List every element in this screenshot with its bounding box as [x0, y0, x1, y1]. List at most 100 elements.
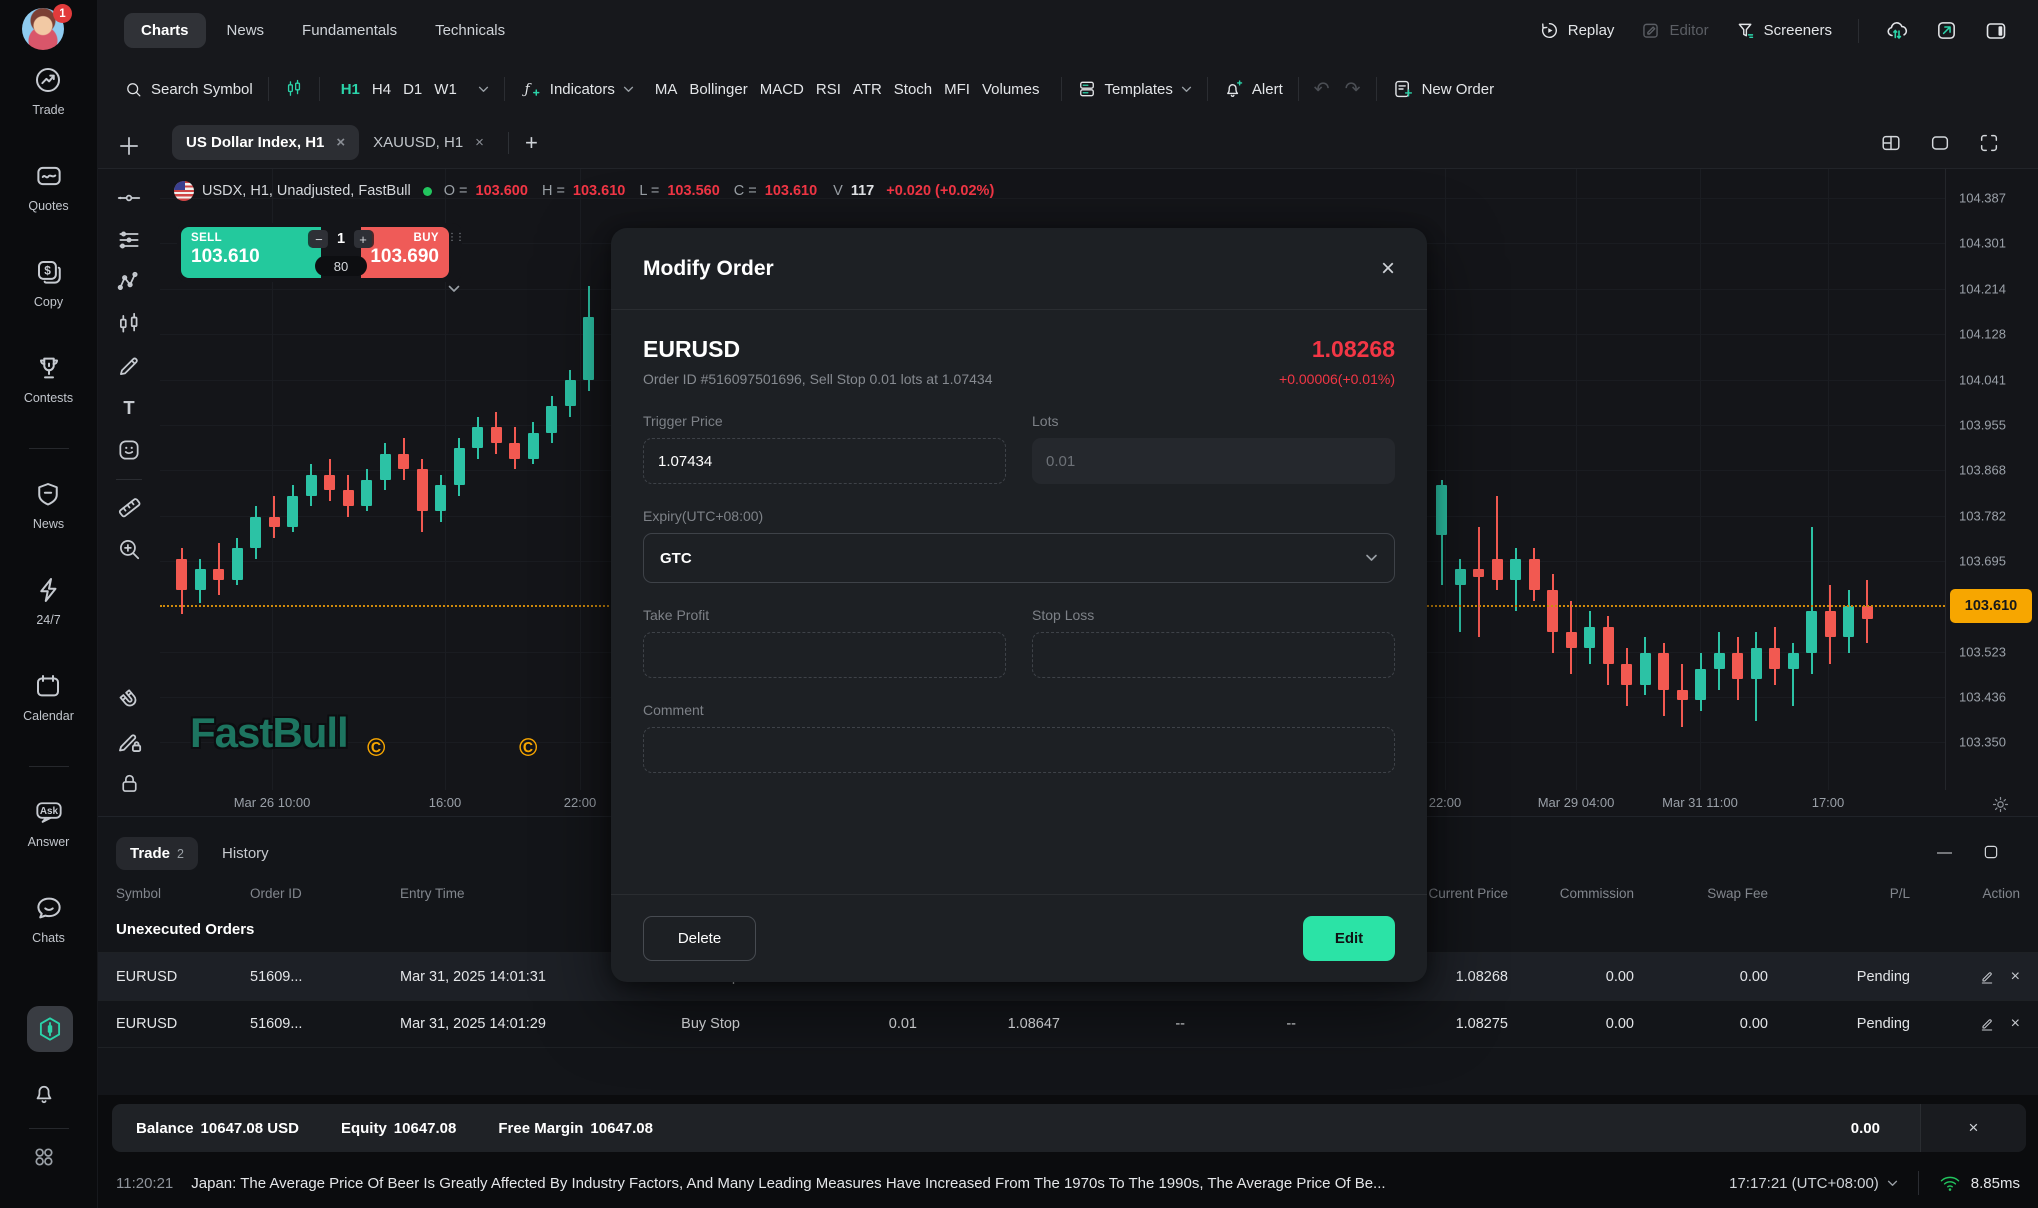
delete-button[interactable]: Delete — [643, 916, 756, 961]
undo-button[interactable]: ↶ — [1314, 78, 1330, 101]
lock-all-button[interactable] — [117, 768, 142, 798]
timeframe-h1[interactable]: H1 — [341, 81, 360, 98]
modal-close-icon[interactable]: × — [1381, 255, 1395, 283]
screeners-button[interactable]: Screeners — [1735, 20, 1832, 41]
redo-button[interactable]: ↷ — [1345, 78, 1361, 101]
sidebar-item-copy[interactable]: $Copy — [34, 254, 64, 320]
pattern-tool-button[interactable] — [116, 267, 142, 297]
sidebar-item-trade[interactable]: Trade — [32, 62, 64, 128]
close-tab-icon[interactable]: × — [336, 134, 345, 151]
replay-button[interactable]: Replay — [1539, 20, 1615, 41]
expiry-select[interactable]: GTC — [643, 533, 1395, 583]
trendline-tool-button[interactable] — [116, 183, 142, 213]
column-header-action[interactable]: Action — [1910, 886, 2020, 901]
edit-order-icon[interactable] — [1979, 1016, 1995, 1032]
legend-symbol[interactable]: USDX, H1, Unadjusted, FastBull — [202, 183, 411, 199]
indicator-shortcut-macd[interactable]: MACD — [760, 81, 804, 98]
fullscreen-button[interactable] — [1978, 132, 2000, 154]
drawing-lock-button[interactable] — [116, 726, 143, 756]
alert-button[interactable]: Alert — [1223, 79, 1283, 100]
sidebar-item-terminal-active[interactable] — [27, 1006, 73, 1052]
price-axis[interactable]: 104.387104.301104.214104.128104.041103.9… — [1945, 169, 2038, 790]
editor-button[interactable]: Editor — [1640, 20, 1708, 41]
prediction-tool-button[interactable] — [116, 309, 142, 339]
magnet-tool-button[interactable] — [116, 684, 143, 714]
comment-input[interactable] — [643, 727, 1395, 773]
order-row[interactable]: EURUSD51609...Mar 31, 2025 14:01:29Buy S… — [98, 1000, 2038, 1048]
column-header-p-l[interactable]: P/L — [1768, 886, 1910, 901]
templates-button[interactable]: Templates — [1077, 79, 1192, 99]
chart-tab-usdx[interactable]: US Dollar Index, H1 × — [172, 125, 359, 160]
sidebar-item-news[interactable]: News — [33, 476, 64, 542]
fib-lines-tool-button[interactable] — [116, 225, 142, 255]
timeframe-w1[interactable]: W1 — [434, 81, 457, 98]
trigger-price-input[interactable] — [643, 438, 1006, 484]
emoji-tool-button[interactable] — [116, 435, 142, 465]
tab-history[interactable]: History — [208, 837, 283, 870]
column-header-entry-time[interactable]: Entry Time — [400, 886, 640, 901]
cancel-order-icon[interactable]: × — [2011, 968, 2020, 986]
sell-button[interactable]: SELL 103.610 — [181, 227, 321, 278]
take-profit-input[interactable] — [643, 632, 1006, 678]
sidebar-item-live[interactable]: 24/7 — [34, 572, 64, 638]
ticker-headline[interactable]: Japan: The Average Price Of Beer Is Grea… — [191, 1175, 1385, 1192]
indicator-shortcut-atr[interactable]: ATR — [853, 81, 882, 98]
indicator-shortcut-mfi[interactable]: MFI — [944, 81, 970, 98]
panel-minimize-button[interactable]: — — [1937, 844, 1952, 861]
chart-settings-gear-icon[interactable] — [1991, 795, 2010, 814]
indicator-shortcut-bollinger[interactable]: Bollinger — [689, 81, 747, 98]
add-chart-tab-button[interactable]: + — [525, 130, 538, 156]
sidebar-item-contests[interactable]: Contests — [24, 350, 73, 416]
user-avatar[interactable]: 1 — [22, 8, 68, 54]
stop-loss-input[interactable] — [1032, 632, 1395, 678]
server-clock[interactable]: 17:17:21 (UTC+08:00) — [1729, 1175, 1898, 1192]
buy-button[interactable]: BUY 103.690 — [361, 227, 449, 278]
balance-bar-close-icon[interactable]: × — [1969, 1118, 1979, 1138]
panel-toggle-button[interactable] — [1984, 19, 2008, 43]
cancel-order-icon[interactable]: × — [2011, 1015, 2020, 1033]
indicator-shortcut-rsi[interactable]: RSI — [816, 81, 841, 98]
close-tab-icon[interactable]: × — [475, 134, 484, 151]
add-drawing-button[interactable] — [116, 131, 142, 161]
layout-split-button[interactable] — [1880, 132, 1902, 154]
column-header-swap-fee[interactable]: Swap Fee — [1634, 886, 1768, 901]
sidebar-item-calendar[interactable]: Calendar — [23, 668, 74, 734]
qty-increase-button[interactable]: + — [354, 230, 372, 248]
new-order-button[interactable]: New Order — [1392, 78, 1495, 100]
text-tool-button[interactable]: T — [116, 393, 142, 423]
drag-handle-icon[interactable]: ⋮⋮ — [447, 233, 463, 242]
apps-menu-button[interactable] — [31, 1144, 57, 1170]
share-export-button[interactable] — [1935, 19, 1958, 42]
indicator-shortcut-stoch[interactable]: Stoch — [894, 81, 932, 98]
panel-maximize-button[interactable] — [1982, 843, 2000, 861]
edit-button[interactable]: Edit — [1303, 916, 1395, 961]
layout-single-button[interactable] — [1929, 132, 1951, 154]
timeframe-h4[interactable]: H4 — [372, 81, 391, 98]
brush-tool-button[interactable] — [116, 351, 142, 381]
notifications-bell-button[interactable] — [31, 1080, 57, 1106]
widget-collapse-button[interactable] — [448, 285, 460, 293]
tab-trade[interactable]: Trade 2 — [116, 837, 198, 870]
zoom-in-tool-button[interactable] — [116, 534, 142, 564]
column-header-commission[interactable]: Commission — [1508, 886, 1634, 901]
tab-charts[interactable]: Charts — [124, 13, 206, 48]
column-header-order-id[interactable]: Order ID — [250, 886, 400, 901]
qty-value[interactable]: 1 — [337, 231, 345, 247]
indicator-shortcut-ma[interactable]: MA — [655, 81, 678, 98]
tab-news[interactable]: News — [210, 13, 282, 48]
tab-fundamentals[interactable]: Fundamentals — [285, 13, 414, 48]
sidebar-item-chats[interactable]: Chats — [32, 890, 65, 956]
symbol-search[interactable]: Search Symbol — [124, 80, 253, 99]
chart-tab-xauusd[interactable]: XAUUSD, H1 × — [359, 125, 498, 160]
timeframe-d1[interactable]: D1 — [403, 81, 422, 98]
qty-decrease-button[interactable]: − — [310, 230, 328, 248]
column-header-symbol[interactable]: Symbol — [116, 886, 250, 901]
timeframe-dropdown[interactable] — [478, 86, 489, 93]
sidebar-item-answer[interactable]: AskAnswer — [28, 794, 70, 860]
tab-technicals[interactable]: Technicals — [418, 13, 522, 48]
cloud-sync-button[interactable] — [1885, 19, 1909, 43]
edit-order-icon[interactable] — [1979, 969, 1995, 985]
ruler-tool-button[interactable] — [116, 492, 143, 522]
sidebar-item-quotes[interactable]: Quotes — [28, 158, 68, 224]
indicators-button[interactable]: ƒ Indicators — [520, 79, 634, 99]
